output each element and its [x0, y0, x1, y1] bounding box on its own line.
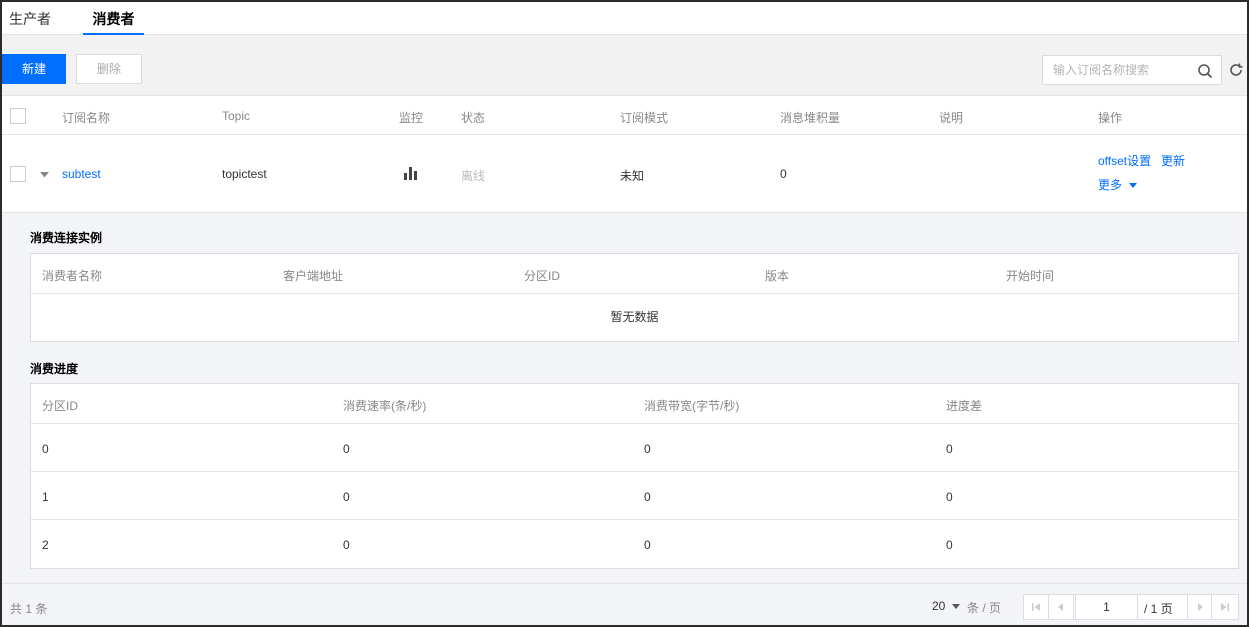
more-label: 更多 [1098, 178, 1123, 192]
instances-header: 消费者名称 客户端地址 分区ID 版本 开始时间 [31, 254, 1238, 294]
header-consume-bandwidth: 消费带宽(字节/秒) [644, 399, 740, 413]
update-link[interactable]: 更新 [1161, 152, 1185, 169]
prev-page-button[interactable] [1049, 595, 1074, 619]
tab-consumer[interactable]: 消费者 [83, 10, 144, 35]
refresh-icon[interactable] [1228, 62, 1244, 78]
header-partition-id: 分区ID [524, 269, 561, 283]
row-checkbox[interactable] [10, 166, 26, 182]
table-row: 2 0 0 0 [31, 520, 1238, 568]
row-detail-panel: 消费连接实例 消费者名称 客户端地址 分区ID 版本 开始时间 暂无数据 消费进… [2, 213, 1247, 582]
instances-table: 消费者名称 客户端地址 分区ID 版本 开始时间 暂无数据 [30, 253, 1239, 342]
tab-bar: 生产者 消费者 [2, 2, 1247, 35]
first-page-button[interactable] [1024, 595, 1049, 619]
backlog-cell: 0 [780, 167, 787, 181]
chevron-down-icon [1129, 183, 1138, 189]
header-client-address: 客户端地址 [283, 269, 344, 283]
table-row: 1 0 0 0 [31, 472, 1238, 520]
search-icon[interactable] [1197, 63, 1213, 79]
partition-id-cell: 2 [42, 538, 49, 552]
page-number-input[interactable]: 1 [1075, 595, 1138, 619]
app-frame: 生产者 消费者 新建 删除 订阅名称 Topic 监控 状态 订阅模式 消息堆积… [0, 0, 1249, 627]
header-mode: 订阅模式 [620, 111, 669, 125]
topic-cell: topictest [222, 167, 267, 181]
progress-title: 消费进度 [30, 362, 79, 376]
header-actions: 操作 [1098, 111, 1123, 125]
header-start-time: 开始时间 [1006, 269, 1055, 283]
last-page-button[interactable] [1212, 595, 1237, 619]
partition-id-cell: 1 [42, 490, 49, 504]
header-monitor: 监控 [399, 111, 424, 125]
total-count: 共 1 条 [10, 602, 48, 616]
per-page-label: 条 / 页 [967, 601, 1002, 615]
status-cell: 离线 [461, 169, 486, 183]
consume-bandwidth-cell: 0 [644, 490, 651, 504]
bar-chart-icon[interactable] [404, 167, 418, 180]
pagination-bar: 共 1 条 20 条 / 页 1 / 1 页 [2, 583, 1247, 625]
progress-header: 分区ID 消费速率(条/秒) 消费带宽(字节/秒) 进度差 [31, 384, 1238, 424]
delete-button[interactable]: 删除 [76, 54, 142, 84]
partition-id-cell: 0 [42, 442, 49, 456]
progress-table: 分区ID 消费速率(条/秒) 消费带宽(字节/秒) 进度差 0 0 0 0 1 … [30, 383, 1239, 569]
progress-lag-cell: 0 [946, 442, 953, 456]
page-size-select[interactable]: 20 [932, 599, 960, 613]
table-header: 订阅名称 Topic 监控 状态 订阅模式 消息堆积量 说明 操作 [2, 95, 1247, 135]
select-all-checkbox[interactable] [10, 108, 26, 124]
next-page-button[interactable] [1187, 595, 1212, 619]
progress-lag-cell: 0 [946, 490, 953, 504]
new-button[interactable]: 新建 [2, 54, 66, 84]
subscription-name-link[interactable]: subtest [62, 167, 101, 181]
page-size-value: 20 [932, 599, 946, 613]
more-dropdown[interactable]: 更多 [1098, 176, 1138, 193]
tab-producer[interactable]: 生产者 [9, 10, 51, 35]
search-box [1042, 55, 1222, 85]
total-pages: / 1 页 [1144, 602, 1173, 616]
pager: 1 / 1 页 [1023, 594, 1239, 620]
header-consume-rate: 消费速率(条/秒) [343, 399, 427, 413]
consume-bandwidth-cell: 0 [644, 442, 651, 456]
empty-state: 暂无数据 [610, 310, 659, 324]
offset-settings-link[interactable]: offset设置 [1098, 152, 1151, 169]
chevron-down-icon [951, 604, 960, 610]
search-input[interactable] [1043, 56, 1193, 84]
header-partition-id: 分区ID [42, 399, 79, 413]
instances-title: 消费连接实例 [30, 231, 103, 245]
consume-bandwidth-cell: 0 [644, 538, 651, 552]
header-consumer-name: 消费者名称 [42, 269, 103, 283]
header-backlog: 消息堆积量 [780, 111, 841, 125]
first-page-icon [1032, 603, 1040, 611]
subscription-table: 订阅名称 Topic 监控 状态 订阅模式 消息堆积量 说明 操作 subtes… [2, 95, 1247, 213]
mode-cell: 未知 [620, 169, 645, 183]
header-progress-lag: 进度差 [946, 399, 983, 413]
table-row: subtest topictest 离线 未知 0 offset设置 更新 更多 [2, 135, 1247, 213]
caret-down-icon[interactable] [40, 172, 49, 178]
prev-page-icon [1058, 603, 1063, 611]
header-subscription-name: 订阅名称 [62, 111, 111, 125]
next-page-icon [1197, 603, 1203, 611]
consume-rate-cell: 0 [343, 538, 350, 552]
last-page-icon [1220, 603, 1229, 611]
header-version: 版本 [765, 269, 790, 283]
consume-rate-cell: 0 [343, 490, 350, 504]
table-row: 0 0 0 0 [31, 424, 1238, 472]
header-topic: Topic [222, 109, 251, 123]
progress-lag-cell: 0 [946, 538, 953, 552]
header-description: 说明 [939, 111, 964, 125]
header-status: 状态 [461, 111, 486, 125]
consume-rate-cell: 0 [343, 442, 350, 456]
